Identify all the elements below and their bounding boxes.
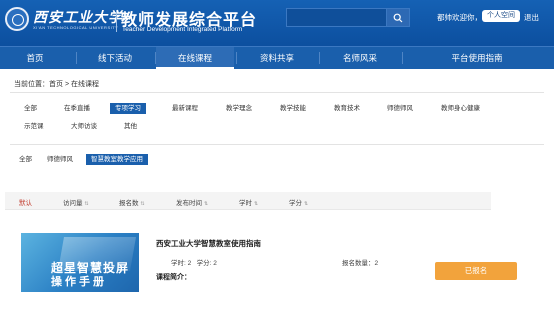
sort-hours[interactable]: 学时 ⇅ xyxy=(239,197,258,207)
course-hours-credits: 学时: 2 学分: 2 xyxy=(171,257,217,267)
site-header: 西安工业大学 XI'AN TECHNOLOGICAL UNIVERSITY 教师… xyxy=(0,0,554,46)
sort-enrollments[interactable]: 报名数 ⇅ xyxy=(119,197,145,207)
nav-item-guide[interactable]: 平台使用指南 xyxy=(403,47,551,69)
sort-arrow-icon: ⇅ xyxy=(304,201,309,207)
search-input[interactable] xyxy=(286,8,388,27)
course-intro-label: 课程简介： xyxy=(156,274,191,281)
sort-publish-time[interactable]: 发布时间 ⇅ xyxy=(176,197,208,207)
enrolled-button[interactable]: 已报名 xyxy=(435,262,517,280)
sort-arrow-icon: ⇅ xyxy=(204,201,209,207)
course-credits: 学分: 2 xyxy=(196,260,217,267)
divider xyxy=(10,92,544,93)
sort-label: 默认 xyxy=(19,200,32,207)
sort-default[interactable]: 默认 xyxy=(19,197,32,207)
course-hours: 学时: 2 xyxy=(171,260,192,267)
category-edtech[interactable]: 教育技术 xyxy=(334,103,360,114)
category-philosophy[interactable]: 教学理念 xyxy=(226,103,252,114)
thumbnail-subtitle: 操作手册 xyxy=(51,276,107,288)
category-demo[interactable]: 示范课 xyxy=(24,121,44,132)
header-divider xyxy=(116,10,117,32)
category-ethics[interactable]: 师德师风 xyxy=(387,103,413,114)
university-name: 西安工业大学 xyxy=(33,10,123,26)
category-interviews[interactable]: 大师访谈 xyxy=(71,121,97,132)
welcome-text: 都帅欢迎你， xyxy=(437,13,482,22)
nav-item-resources[interactable]: 资料共享 xyxy=(237,47,317,69)
category-live[interactable]: 在季直播 xyxy=(64,103,90,114)
course-enroll-count: 报名数量：2 xyxy=(342,260,379,267)
nav-item-offline[interactable]: 线下活动 xyxy=(77,47,153,69)
sort-label: 学分 xyxy=(289,200,302,207)
subcategory-smart-classroom[interactable]: 智慧教室教学应用 xyxy=(86,154,148,165)
main-nav: 首页 线下活动 在线课程 资料共享 名师风采 平台使用指南 xyxy=(0,46,554,69)
category-skills[interactable]: 教学技能 xyxy=(280,103,306,114)
subcategory-all[interactable]: 全部 xyxy=(19,154,32,165)
category-newest[interactable]: 最新课程 xyxy=(172,103,198,114)
breadcrumb: 当前位置：首页 > 在线课程 xyxy=(14,81,99,88)
site-subtitle: Teacher Development Integrated Platform xyxy=(122,26,243,33)
nav-item-home[interactable]: 首页 xyxy=(0,47,70,69)
subcategory-ethics[interactable]: 师德师风 xyxy=(47,154,73,165)
nav-item-teachers[interactable]: 名师风采 xyxy=(320,47,400,69)
course-thumbnail[interactable]: 超星智慧投屏 操作手册 xyxy=(21,233,139,292)
sort-arrow-icon: ⇅ xyxy=(140,201,145,207)
search-icon xyxy=(393,13,403,22)
logout-link[interactable]: 退出 xyxy=(524,12,539,23)
university-logo-icon[interactable] xyxy=(5,7,29,31)
search-button[interactable] xyxy=(386,8,410,27)
course-title[interactable]: 西安工业大学智慧教室使用指南 xyxy=(156,238,261,249)
sort-label: 报名数 xyxy=(119,200,139,207)
sort-arrow-icon: ⇅ xyxy=(84,201,89,207)
sort-credits[interactable]: 学分 ⇅ xyxy=(289,197,308,207)
sort-views[interactable]: 访问量 ⇅ xyxy=(63,197,89,207)
category-other[interactable]: 其他 xyxy=(124,121,137,132)
category-special[interactable]: 专项学习 xyxy=(110,103,146,114)
sort-bar: 默认 访问量 ⇅ 报名数 ⇅ 发布时间 ⇅ 学时 ⇅ 学分 ⇅ xyxy=(5,192,491,210)
nav-item-online-courses[interactable]: 在线课程 xyxy=(156,47,234,69)
sort-label: 访问量 xyxy=(63,200,83,207)
divider xyxy=(10,144,544,145)
sort-arrow-icon: ⇅ xyxy=(254,201,259,207)
sort-label: 学时 xyxy=(239,200,252,207)
personal-space-button[interactable]: 个人空间 xyxy=(482,10,520,22)
sort-label: 发布时间 xyxy=(176,200,202,207)
category-all[interactable]: 全部 xyxy=(24,103,37,114)
category-health[interactable]: 教师身心健康 xyxy=(441,103,480,114)
university-name-en: XI'AN TECHNOLOGICAL UNIVERSITY xyxy=(33,25,119,30)
